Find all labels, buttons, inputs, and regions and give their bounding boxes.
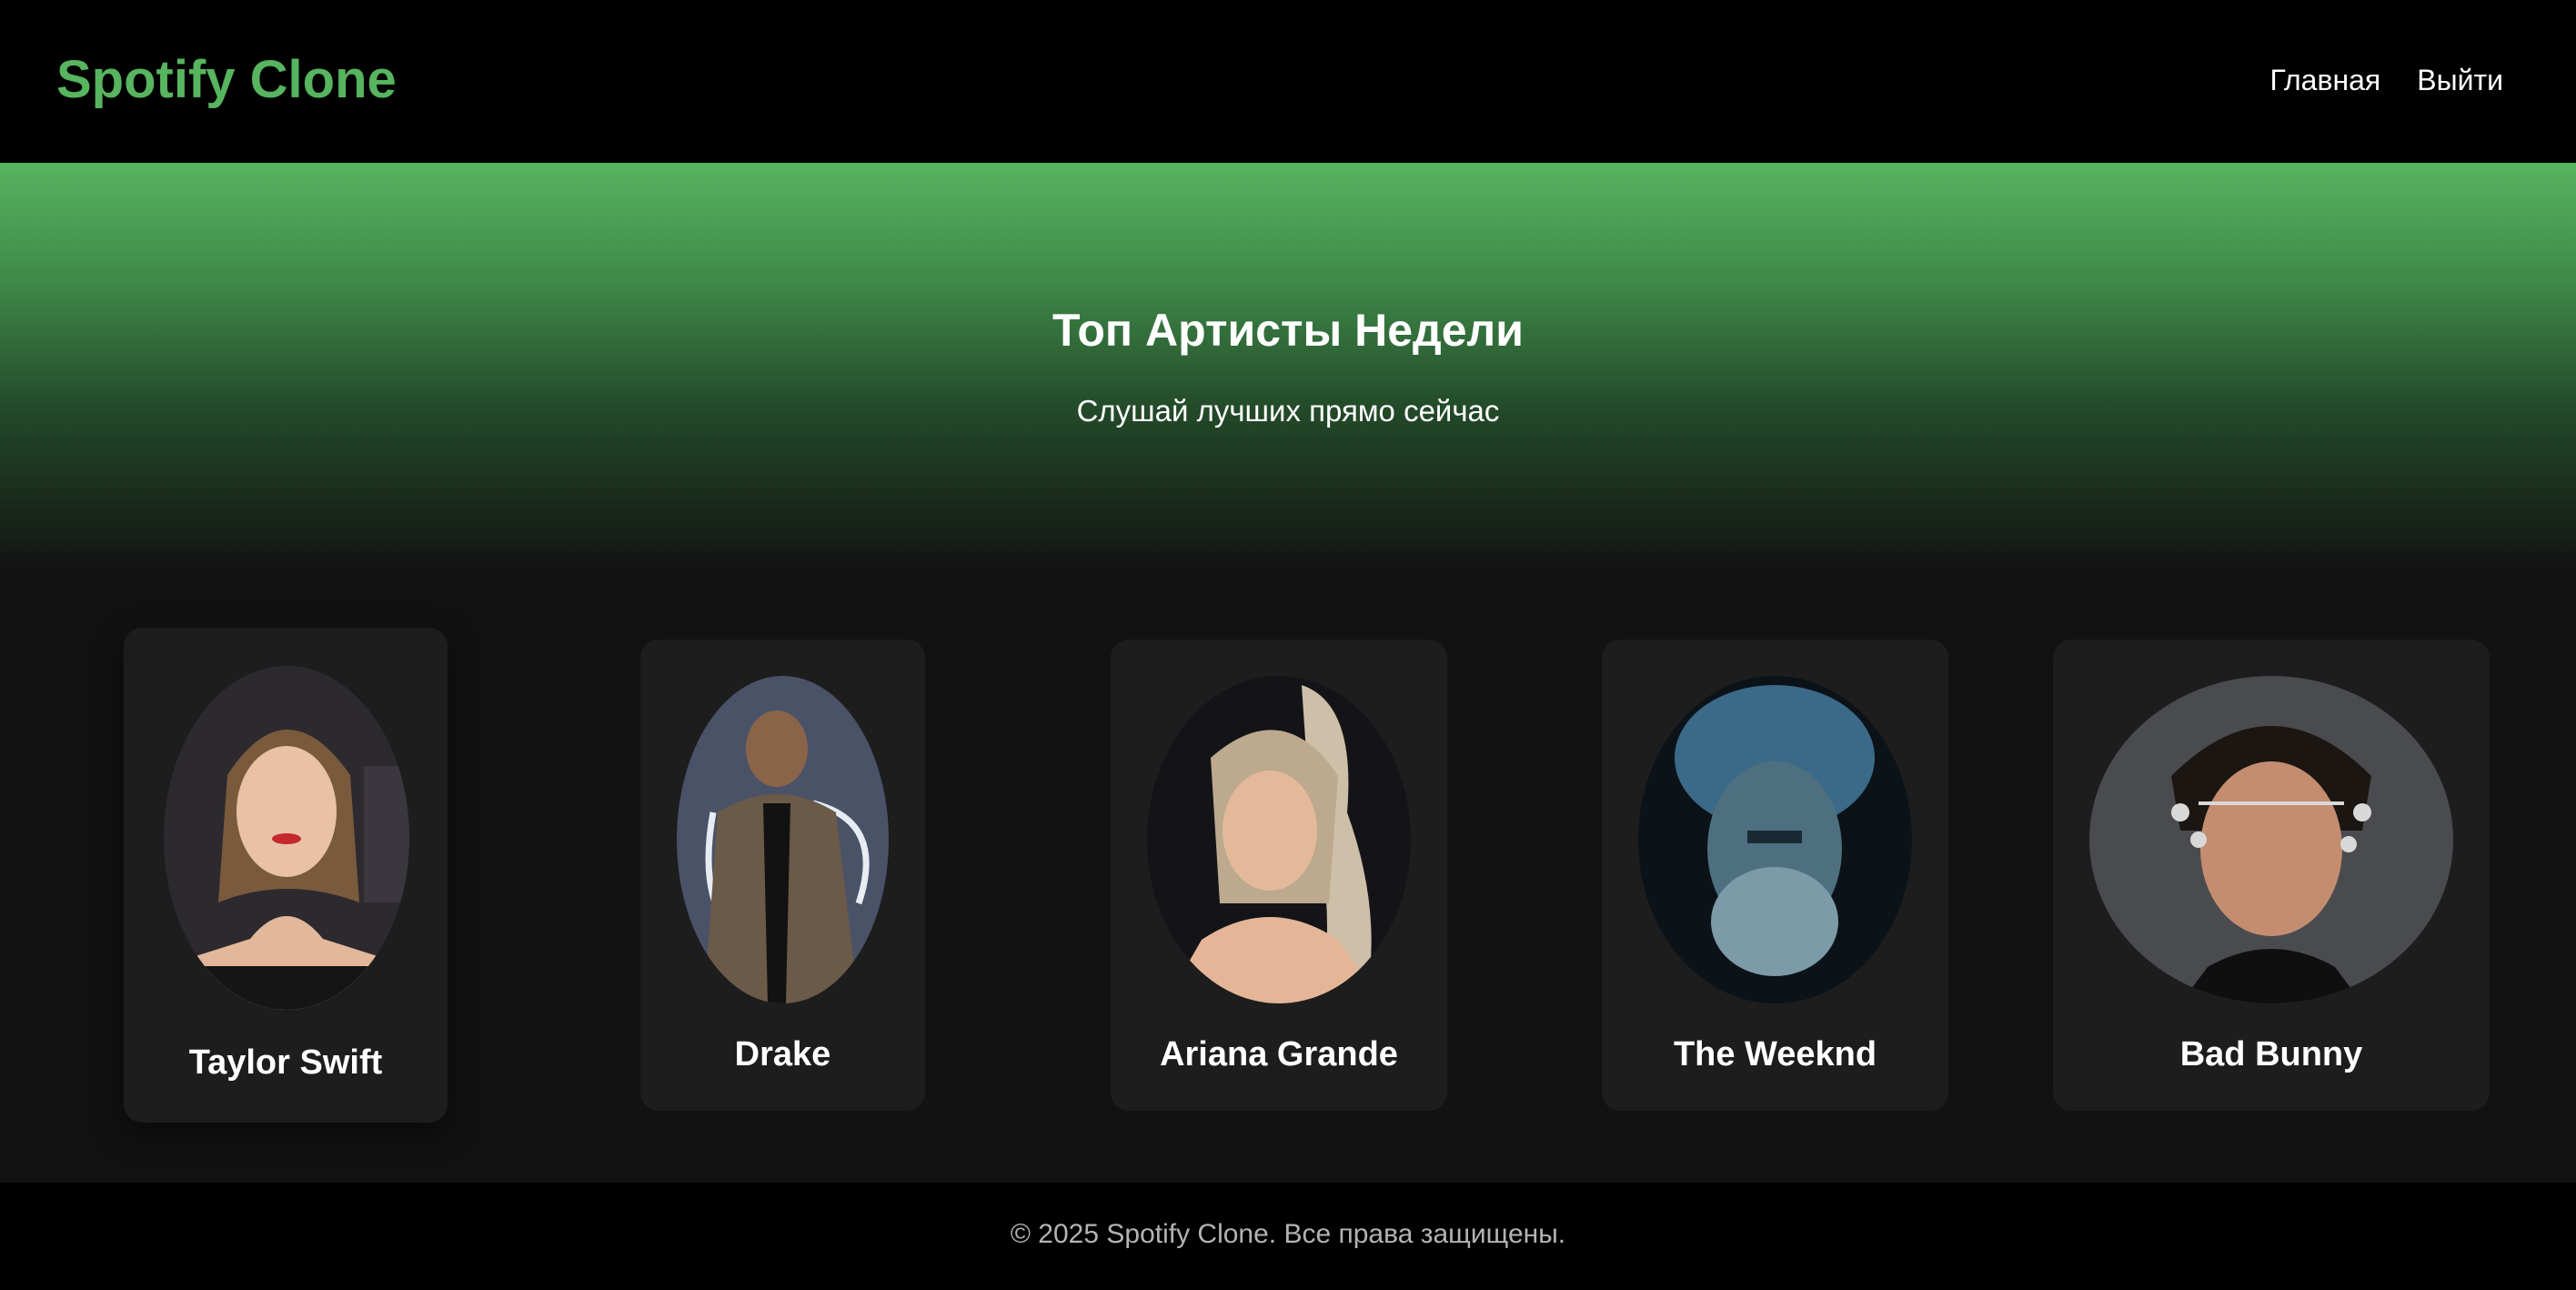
app-logo[interactable]: Spotify Clone	[56, 47, 397, 113]
nav-link-logout[interactable]: Выйти	[2417, 58, 2503, 102]
artist-photo-drake	[677, 676, 889, 1003]
artist-name: Ariana Grande	[1160, 1035, 1398, 1073]
artist-card-ariana-grande[interactable]: Ariana Grande	[1111, 640, 1447, 1111]
top-header: Spotify Clone Главная Выйти	[0, 0, 2576, 163]
artist-name: Drake	[734, 1035, 831, 1073]
copyright-text: © 2025 Spotify Clone. Все права защищены…	[1010, 1219, 1566, 1249]
artist-card-bad-bunny[interactable]: Bad Bunny	[2053, 640, 2490, 1111]
artist-photo-bad-bunny	[2089, 676, 2453, 1003]
hero-banner: Топ Артисты Недели Слушай лучших прямо с…	[0, 163, 2576, 572]
hero-subtitle: Слушай лучших прямо сейчас	[1076, 394, 1500, 428]
hero-title: Топ Артисты Недели	[1052, 305, 1524, 356]
page-footer: © 2025 Spotify Clone. Все права защищены…	[0, 1183, 2576, 1290]
artist-card-taylor-swift[interactable]: Taylor Swift	[124, 628, 448, 1123]
nav-link-home[interactable]: Главная	[2269, 58, 2380, 102]
artist-photo-the-weeknd	[1638, 676, 1912, 1003]
artist-card-drake[interactable]: Drake	[640, 640, 925, 1111]
artist-name: The Weeknd	[1673, 1035, 1877, 1073]
artist-photo-ariana-grande	[1147, 676, 1411, 1003]
artist-photo-taylor-swift	[164, 666, 409, 1010]
main-nav: Главная Выйти	[2269, 58, 2503, 102]
artist-name: Taylor Swift	[188, 1043, 383, 1082]
artist-name: Bad Bunny	[2179, 1035, 2363, 1073]
artist-card-the-weeknd[interactable]: The Weeknd	[1602, 640, 1948, 1111]
